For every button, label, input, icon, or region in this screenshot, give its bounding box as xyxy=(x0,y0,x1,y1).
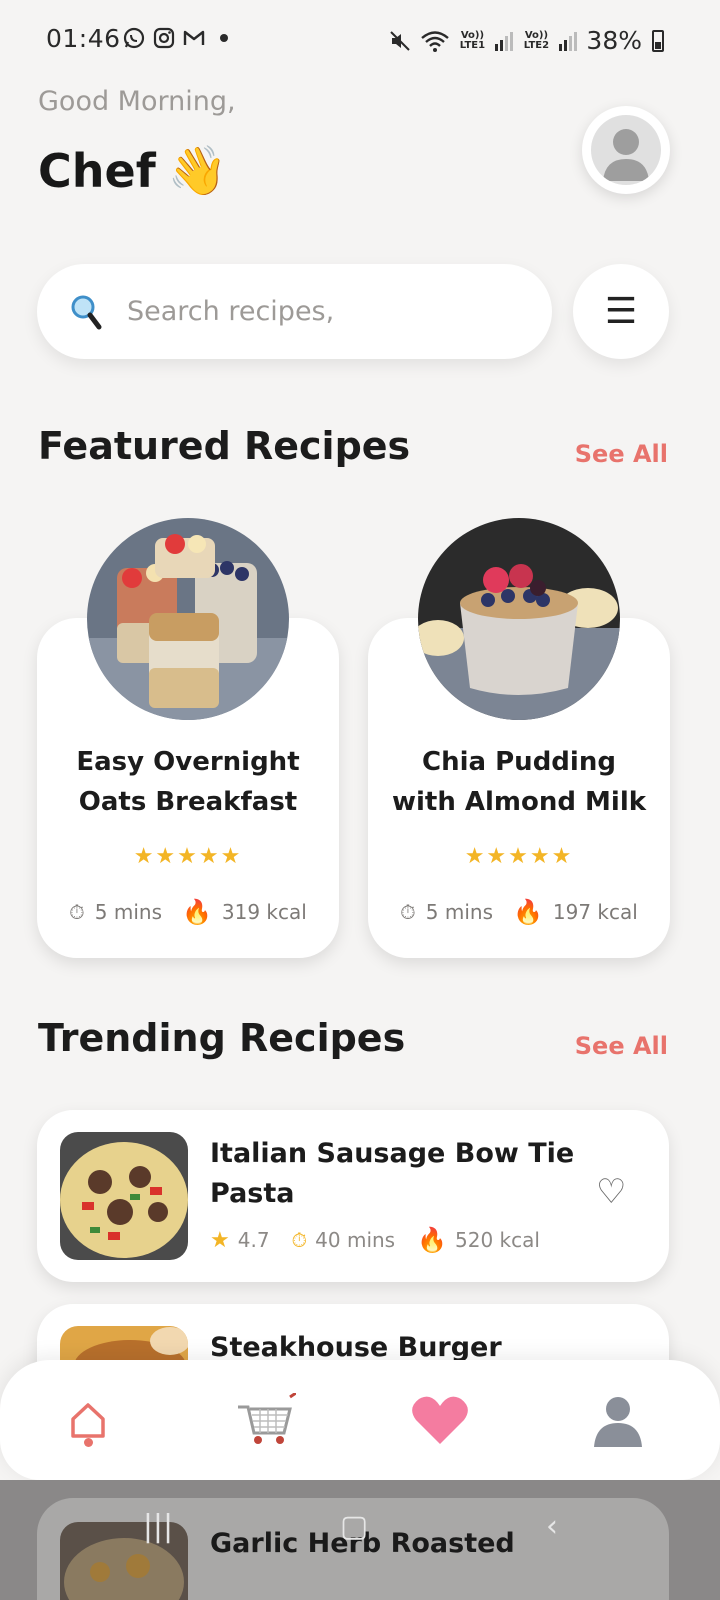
fire-icon: 🔥 xyxy=(417,1226,447,1254)
calories: 319 kcal xyxy=(221,900,307,924)
recipe-image-chia-pudding xyxy=(418,518,620,720)
timer-icon: ⏱ xyxy=(69,900,85,924)
trending-recipe-name: Italian Sausage Bow Tie Pasta xyxy=(210,1138,575,1209)
featured-recipe-name: Chia Pudding with Almond Milk xyxy=(391,747,647,817)
recipe-meta: ⏱ 5 mins 🔥 319 kcal xyxy=(37,898,339,926)
menu-icon: ☰ xyxy=(604,291,638,332)
user-avatar-icon xyxy=(591,115,661,185)
favorite-heart-icon[interactable]: ♡ xyxy=(596,1172,626,1212)
user-name: Chef xyxy=(38,143,156,198)
page-title: Chef 👋 xyxy=(38,142,227,199)
signal-1-icon xyxy=(495,31,514,51)
status-time: 01:46 xyxy=(46,24,121,53)
nav-profile-button[interactable] xyxy=(578,1380,658,1460)
featured-recipe-name: Easy Overnight Oats Breakfast xyxy=(76,747,300,817)
star-icon: ★ xyxy=(210,1227,230,1253)
calories: 520 kcal xyxy=(455,1228,540,1252)
fire-icon: 🔥 xyxy=(182,898,212,926)
star-rating: ★★★★★ xyxy=(133,844,243,869)
recents-button[interactable]: ||| xyxy=(138,1506,178,1546)
recipe-meta: ⏱ 5 mins 🔥 197 kcal xyxy=(368,898,670,926)
sim2-label: Vo)) LTE2 xyxy=(523,29,550,51)
recipe-meta: ★ 4.7 ⏱ 40 mins 🔥 520 kcal xyxy=(210,1226,540,1254)
signal-2-icon xyxy=(559,31,578,51)
instagram-icon xyxy=(153,27,175,49)
sim1-label: Vo)) LTE1 xyxy=(459,29,486,51)
calories: 197 kcal xyxy=(552,900,638,924)
dot-icon xyxy=(220,34,228,42)
search-bar[interactable]: Search recipes, xyxy=(37,264,552,359)
battery-percent: 38% xyxy=(586,26,642,55)
wifi-icon xyxy=(421,30,450,52)
profile-icon xyxy=(594,1397,642,1447)
timer-icon: ⏱ xyxy=(400,900,416,924)
rating-value: 4.7 xyxy=(237,1228,270,1252)
timer-icon: ⏱ xyxy=(291,1228,308,1252)
system-home-button[interactable]: ▢ xyxy=(334,1506,374,1546)
gmail-icon xyxy=(183,30,205,45)
recipe-image-overnight-oats xyxy=(87,518,289,720)
notification-icons xyxy=(122,26,236,50)
nav-favorites-button[interactable] xyxy=(400,1380,480,1460)
greeting-text: Good Morning, xyxy=(38,86,236,117)
filter-menu-button[interactable]: ☰ xyxy=(573,264,669,359)
fire-icon: 🔥 xyxy=(513,898,543,926)
trending-section-title: Trending Recipes xyxy=(38,1016,406,1060)
nav-home-button[interactable] xyxy=(48,1380,128,1460)
back-button[interactable]: ‹ xyxy=(532,1506,572,1546)
cook-time: 40 mins xyxy=(315,1228,396,1252)
whatsapp-icon xyxy=(123,27,145,49)
wave-emoji: 👋 xyxy=(167,143,228,199)
recipe-image-bow-tie-pasta xyxy=(60,1132,188,1260)
profile-avatar-button[interactable] xyxy=(582,106,670,194)
system-status-icons: Vo)) LTE1 Vo)) LTE2 38% xyxy=(388,26,664,55)
status-bar: 01:46 Vo)) LTE1 Vo)) LTE2 38% xyxy=(0,0,720,80)
active-indicator-dot xyxy=(84,1438,93,1447)
mute-icon xyxy=(390,30,411,51)
favorites-heart-icon xyxy=(412,1396,468,1444)
cart-icon xyxy=(238,1393,296,1444)
home-icon xyxy=(71,1403,105,1438)
star-rating: ★★★★★ xyxy=(464,844,574,869)
cook-time: 5 mins xyxy=(94,900,162,924)
featured-section-title: Featured Recipes xyxy=(38,424,411,468)
trending-see-all-link[interactable]: See All xyxy=(575,1032,668,1060)
featured-see-all-link[interactable]: See All xyxy=(575,440,668,468)
search-icon xyxy=(71,295,102,329)
cook-time: 5 mins xyxy=(425,900,493,924)
search-input[interactable]: Search recipes, xyxy=(127,296,334,327)
battery-icon xyxy=(652,29,664,52)
nav-cart-button[interactable] xyxy=(226,1380,306,1460)
